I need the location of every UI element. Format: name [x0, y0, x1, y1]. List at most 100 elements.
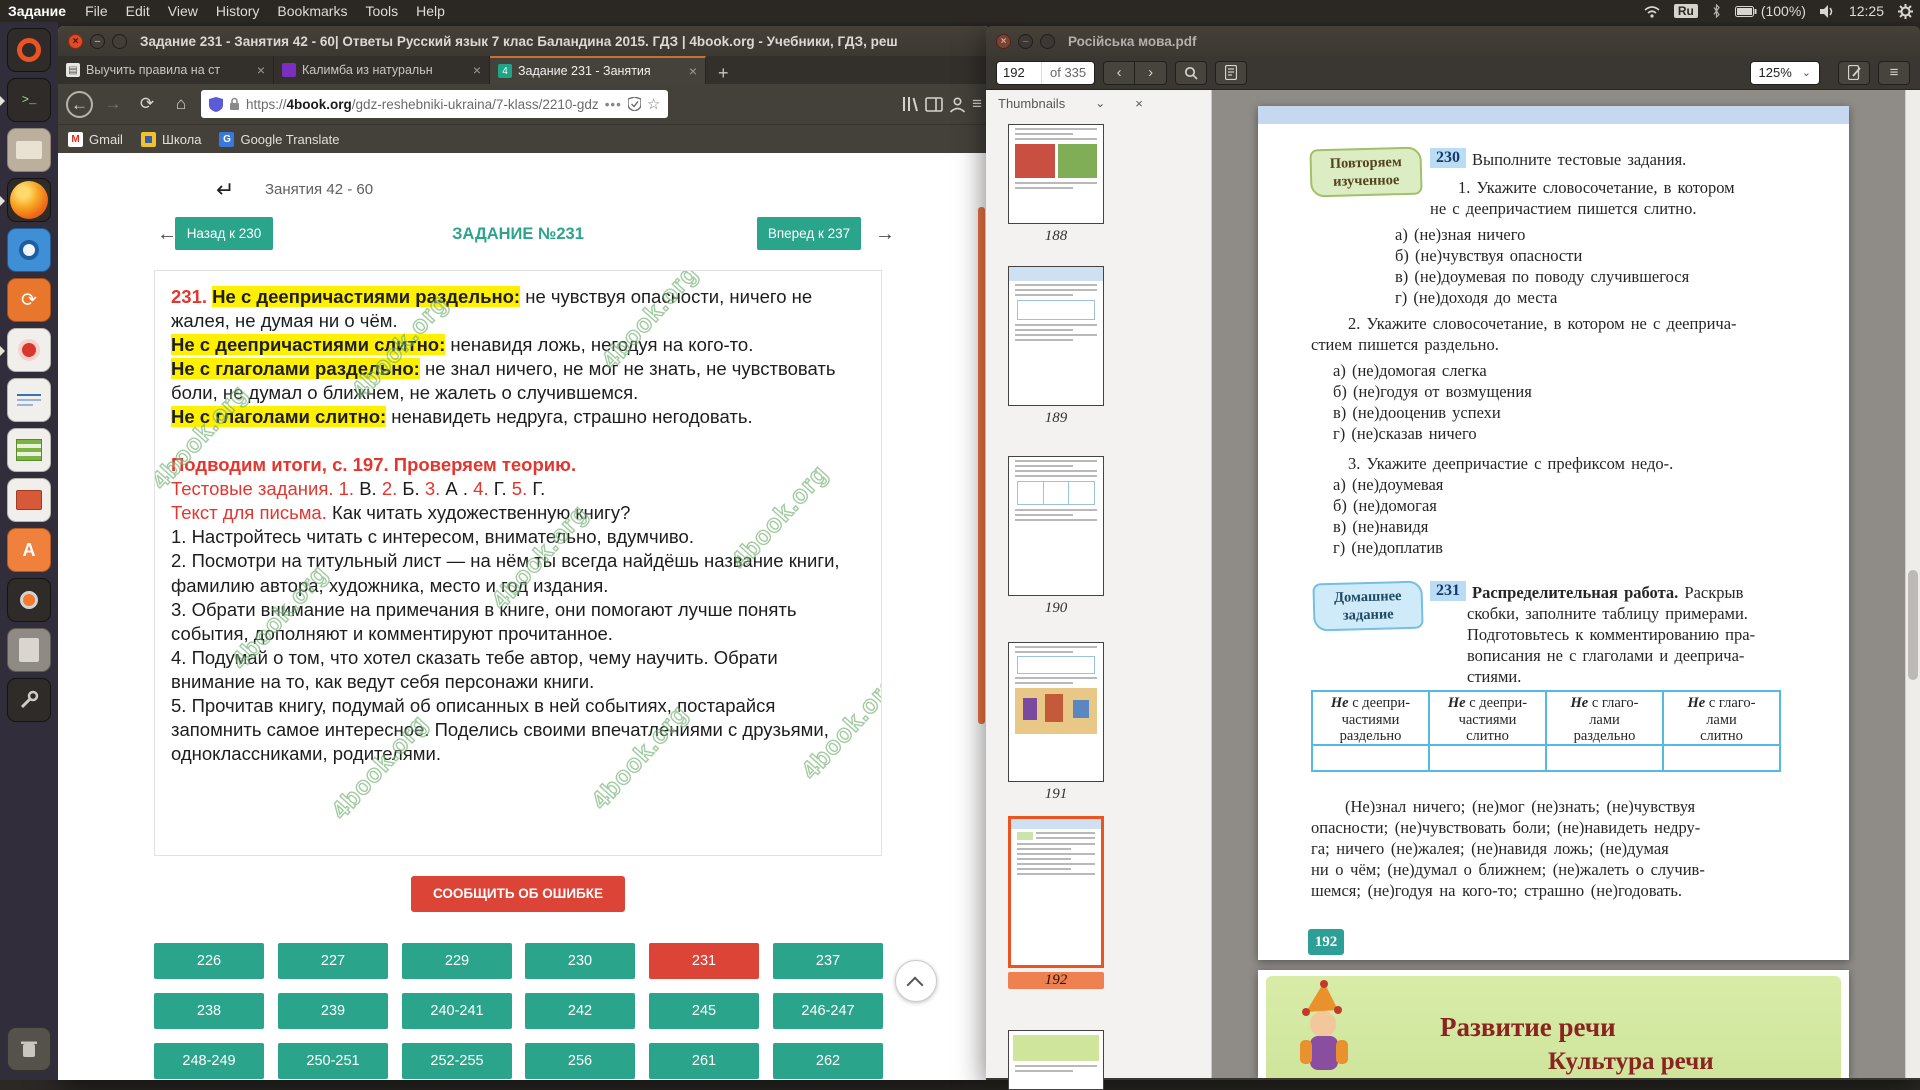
thumbnail-page-192-selected[interactable]	[1008, 816, 1104, 968]
task-link-250-251[interactable]: 250-251	[278, 1043, 388, 1079]
minimize-icon[interactable]: –	[1018, 34, 1033, 49]
page-scrollbar[interactable]	[978, 207, 985, 724]
thumbnail-page-188[interactable]	[1008, 124, 1104, 224]
reload-button[interactable]: ⟳	[133, 94, 161, 114]
battery-indicator[interactable]: (100%)	[1735, 3, 1806, 19]
dock-terminal[interactable]: >_	[7, 78, 51, 122]
dock-media-player[interactable]	[7, 328, 51, 372]
task-link-229[interactable]: 229	[402, 943, 512, 979]
pdf-titlebar[interactable]: × – Російська мова.pdf	[986, 26, 1920, 56]
dock-file-manager[interactable]	[7, 128, 51, 172]
firefox-titlebar[interactable]: × – Задание 231 - Занятия 42 - 60| Ответ…	[58, 26, 990, 56]
next-arrow-icon[interactable]: →	[875, 223, 895, 246]
breadcrumb[interactable]: Занятия 42 - 60	[265, 181, 373, 198]
task-link-239[interactable]: 239	[278, 993, 388, 1029]
sidebar-toggle-icon[interactable]	[925, 97, 943, 112]
back-button[interactable]: ←	[66, 91, 93, 118]
account-icon[interactable]	[949, 96, 966, 113]
dock-ubuntu-dash[interactable]	[7, 28, 51, 72]
page-number-input[interactable]	[997, 62, 1041, 84]
task-link-238[interactable]: 238	[154, 993, 264, 1029]
zoom-level-dropdown[interactable]: 125% ⌄	[1750, 61, 1820, 85]
thumbnail-page-193-partial[interactable]	[1008, 1030, 1104, 1090]
dock-firefox[interactable]	[7, 178, 51, 222]
clock[interactable]: 12:25	[1849, 3, 1884, 19]
return-arrow-icon[interactable]: ↵	[216, 177, 234, 203]
thumbnail-page-189[interactable]	[1008, 266, 1104, 406]
task-link-226[interactable]: 226	[154, 943, 264, 979]
dock-software-center[interactable]: A	[7, 528, 51, 572]
report-error-button[interactable]: СООБЩИТЬ ОБ ОШИБКЕ	[411, 876, 625, 912]
tracking-shield-icon[interactable]	[209, 97, 223, 112]
sidebar-mode-dropdown[interactable]: Thumbnails	[998, 96, 1065, 111]
volume-icon[interactable]	[1820, 5, 1835, 18]
dock-trash[interactable]	[7, 1027, 51, 1071]
next-task-button[interactable]: Вперед к 237	[757, 217, 861, 250]
thumbnail-page-191[interactable]	[1008, 642, 1104, 782]
menu-history[interactable]: History	[216, 3, 260, 19]
wifi-icon[interactable]	[1644, 5, 1660, 18]
maximize-icon[interactable]	[1040, 34, 1055, 49]
bookmark-star-icon[interactable]: ☆	[647, 95, 660, 113]
task-link-248-249[interactable]: 248-249	[154, 1043, 264, 1079]
keyboard-layout-indicator[interactable]: Ru	[1674, 4, 1698, 18]
pdf-scrollbar-thumb[interactable]	[1908, 570, 1918, 680]
library-icon[interactable]	[901, 96, 919, 112]
tab-close-icon[interactable]: ×	[689, 63, 697, 79]
task-link-262[interactable]: 262	[773, 1043, 883, 1079]
menu-edit[interactable]: Edit	[126, 3, 150, 19]
bookmark-google-translate[interactable]: G Google Translate	[219, 132, 339, 147]
thumbnail-page-190[interactable]	[1008, 456, 1104, 596]
menu-tools[interactable]: Tools	[365, 3, 398, 19]
next-page-button[interactable]: ›	[1135, 61, 1167, 85]
forward-button[interactable]: →	[99, 94, 127, 114]
annotate-page-icon[interactable]	[1838, 61, 1870, 85]
menu-view[interactable]: View	[168, 3, 198, 19]
dock-camera-app[interactable]	[7, 228, 51, 272]
task-link-230[interactable]: 230	[525, 943, 635, 979]
close-icon[interactable]: ×	[68, 34, 83, 49]
chevron-down-icon[interactable]: ⌄	[1095, 96, 1105, 110]
task-link-227[interactable]: 227	[278, 943, 388, 979]
session-gear-icon[interactable]	[1898, 4, 1913, 19]
task-link-252-255[interactable]: 252-255	[402, 1043, 512, 1079]
dock-calc[interactable]	[7, 428, 51, 472]
task-link-242[interactable]: 242	[525, 993, 635, 1029]
bookmark-gmail[interactable]: M Gmail	[68, 132, 123, 147]
shield-check-icon[interactable]	[628, 97, 641, 111]
minimize-icon[interactable]: –	[90, 34, 105, 49]
tab-close-icon[interactable]: ×	[473, 62, 481, 78]
menu-file[interactable]: File	[85, 3, 108, 19]
tab-close-icon[interactable]: ×	[257, 62, 265, 78]
maximize-icon[interactable]	[112, 34, 127, 49]
overflow-dots-icon[interactable]: •••	[605, 97, 622, 112]
task-link-237[interactable]: 237	[773, 943, 883, 979]
dock-software-updater[interactable]: ⟳	[7, 278, 51, 322]
dock-archive-manager[interactable]	[7, 628, 51, 672]
dock-impress[interactable]	[7, 478, 51, 522]
home-button[interactable]: ⌂	[167, 94, 195, 114]
menu-bookmarks[interactable]: Bookmarks	[277, 3, 347, 19]
url-text[interactable]: https://4book.org/gdz-reshebniki-ukraina…	[246, 97, 599, 112]
url-bar[interactable]: https://4book.org/gdz-reshebniki-ukraina…	[201, 90, 668, 118]
sidebar-close-icon[interactable]: ×	[1135, 96, 1143, 111]
tab-kalimba[interactable]: Калимба из натуральн ×	[274, 56, 490, 84]
dock-tweak-tool[interactable]	[7, 678, 51, 722]
previous-page-button[interactable]: ‹	[1103, 61, 1135, 85]
dock-writer[interactable]	[7, 378, 51, 422]
pdf-menu-hamburger-icon[interactable]: ≡	[1878, 61, 1910, 85]
new-tab-button[interactable]: +	[706, 63, 741, 84]
bookmark-shkola[interactable]: Школа	[141, 132, 202, 147]
task-link-256[interactable]: 256	[525, 1043, 635, 1079]
task-link-246-247[interactable]: 246-247	[773, 993, 883, 1029]
task-link-231-active[interactable]: 231	[649, 943, 759, 979]
scroll-to-top-button[interactable]	[895, 960, 937, 1002]
dock-blender[interactable]	[7, 578, 51, 622]
task-link-261[interactable]: 261	[649, 1043, 759, 1079]
close-icon[interactable]: ×	[996, 34, 1011, 49]
pdf-scrollbar[interactable]	[1905, 90, 1920, 1078]
menu-help[interactable]: Help	[416, 3, 445, 19]
tab-zadanie-231-active[interactable]: 4 Задание 231 - Занятия ×	[490, 56, 706, 84]
menu-hamburger-icon[interactable]: ≡	[972, 94, 982, 114]
search-icon[interactable]	[1175, 61, 1207, 85]
